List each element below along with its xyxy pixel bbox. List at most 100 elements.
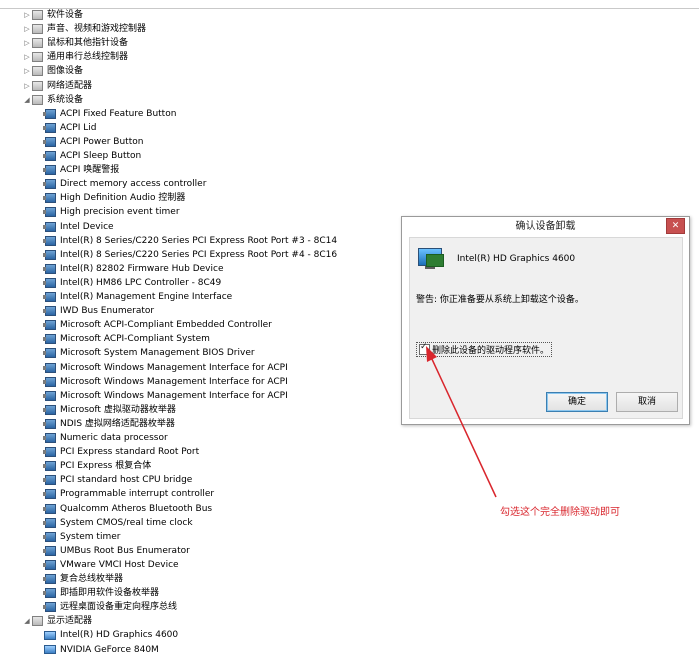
tree-device[interactable]: UMBus Root Bus Enumerator <box>43 544 190 558</box>
tree-item-label: Intel(R) Management Engine Interface <box>60 292 233 302</box>
tree-device[interactable]: Microsoft ACPI-Compliant Embedded Contro… <box>43 318 272 332</box>
system-device-icon <box>43 292 56 302</box>
close-button[interactable]: ✕ <box>666 218 685 234</box>
tree-device[interactable]: High Definition Audio 控制器 <box>43 191 185 205</box>
tree-item-label: NDIS 虚拟网络适配器枚举器 <box>60 418 175 429</box>
tree-item-label: PCI standard host CPU bridge <box>60 475 193 486</box>
tree-device[interactable]: NDIS 虚拟网络适配器枚举器 <box>43 417 175 431</box>
system-device-icon <box>43 235 56 246</box>
tree-device[interactable]: Intel(R) 8 Series/C220 Series PCI Expres… <box>43 248 338 262</box>
tree-device[interactable]: VMware VMCI Host Device <box>43 558 179 572</box>
tree-device[interactable]: ACPI Fixed Feature Button <box>43 107 176 121</box>
system-device-icon <box>43 461 56 472</box>
tree-category[interactable]: ◢ 系统设备 <box>22 93 83 107</box>
tree-item-label: Programmable interrupt controller <box>60 489 215 500</box>
tree-item-label: Qualcomm Atheros Bluetooth Bus <box>60 503 213 514</box>
dialog-title: 确认设备卸载 <box>515 221 576 232</box>
tree-device[interactable]: Intel(R) 82802 Firmware Hub Device <box>43 262 224 276</box>
tree-category[interactable]: ▷ 图像设备 <box>22 64 83 78</box>
device-category-icon <box>32 80 43 91</box>
tree-device[interactable]: Intel(R) Management Engine Interface <box>43 290 233 304</box>
collapsed-arrow-icon[interactable]: ▷ <box>22 39 32 47</box>
tree-device[interactable]: Qualcomm Atheros Bluetooth Bus <box>43 502 213 516</box>
tree-item-label: Intel Device <box>60 221 114 232</box>
tree-device[interactable]: System CMOS/real time clock <box>43 516 193 530</box>
display-adapter-icon <box>44 630 56 640</box>
tree-device[interactable]: Microsoft Windows Management Interface f… <box>43 375 288 389</box>
tree-item-label: Intel(R) 8 Series/C220 Series PCI Expres… <box>60 249 338 260</box>
cancel-button[interactable]: 取消 <box>616 392 678 412</box>
tree-item-label: 鼠标和其他指针设备 <box>47 38 129 49</box>
delete-driver-option[interactable]: 删除此设备的驱动程序软件。 <box>416 342 553 357</box>
device-category-icon <box>32 66 43 77</box>
tree-device[interactable]: IWD Bus Enumerator <box>43 304 154 318</box>
tree-category[interactable]: ▷ 鼠标和其他指针设备 <box>22 36 128 50</box>
tree-device[interactable]: Intel(R) HD Graphics 4600 <box>44 628 178 642</box>
tree-category[interactable]: ◢ 显示适配器 <box>22 614 92 628</box>
tree-device[interactable]: Microsoft Windows Management Interface f… <box>43 361 288 375</box>
tree-category[interactable]: ▷ 声音、视频和游戏控制器 <box>22 22 146 36</box>
collapsed-arrow-icon[interactable]: ▷ <box>22 11 32 19</box>
tree-item-label: Microsoft Windows Management Interface f… <box>60 362 288 373</box>
tree-device[interactable]: Microsoft System Management BIOS Driver <box>43 346 255 360</box>
tree-device[interactable]: ACPI Power Button <box>43 135 143 149</box>
tree-item-label: 系统设备 <box>47 94 84 105</box>
tree-device[interactable]: ACPI 唤醒警报 <box>43 163 119 177</box>
tree-item-label: Microsoft System Management BIOS Driver <box>60 348 255 359</box>
collapsed-arrow-icon[interactable]: ▷ <box>22 25 32 33</box>
tree-item-label: 显示适配器 <box>47 616 93 627</box>
device-category-icon <box>32 94 43 105</box>
system-device-icon <box>43 334 56 345</box>
tree-device[interactable]: Intel(R) HM86 LPC Controller - 8C49 <box>43 276 221 290</box>
tree-device[interactable]: Direct memory access controller <box>43 177 206 191</box>
tree-category[interactable]: ▷ 网络适配器 <box>22 79 92 93</box>
delete-driver-checkbox[interactable] <box>419 342 430 355</box>
tree-item-label: 即插即用软件设备枚举器 <box>60 588 160 599</box>
collapsed-arrow-icon[interactable]: ▷ <box>22 53 32 61</box>
tree-device[interactable]: Microsoft 虚拟驱动器枚举器 <box>43 403 176 417</box>
system-device-icon <box>43 151 56 161</box>
tree-device[interactable]: Microsoft Windows Management Interface f… <box>43 389 288 403</box>
system-device-icon <box>43 348 56 359</box>
system-device-icon <box>43 221 56 232</box>
system-device-icon <box>43 193 56 204</box>
tree-category[interactable]: ▷ 通用串行总线控制器 <box>22 50 128 64</box>
tree-device[interactable]: PCI Express standard Root Port <box>43 445 199 459</box>
tree-device[interactable]: Programmable interrupt controller <box>43 487 215 501</box>
tree-device[interactable]: System timer <box>43 530 120 544</box>
system-device-icon <box>43 179 56 190</box>
tree-device[interactable]: 即插即用软件设备枚举器 <box>43 586 160 600</box>
tree-category[interactable]: ▷ 软件设备 <box>22 8 83 22</box>
system-device-icon <box>43 475 56 486</box>
system-device-icon <box>43 404 56 415</box>
confirm-uninstall-dialog: 确认设备卸载 ✕ Intel(R) HD Graphics 4600 警告: 你… <box>401 216 690 425</box>
system-device-icon <box>43 418 56 429</box>
tree-device[interactable]: ACPI Sleep Button <box>43 149 141 163</box>
tree-item-label: 图像设备 <box>47 66 84 77</box>
tree-device[interactable]: 复合总线枚举器 <box>43 572 123 586</box>
tree-item-label: Microsoft Windows Management Interface f… <box>60 376 288 387</box>
tree-device[interactable]: 远程桌面设备重定向程序总线 <box>43 600 177 614</box>
tree-device[interactable]: PCI Express 根复合体 <box>43 459 151 473</box>
tree-device[interactable]: Intel(R) 8 Series/C220 Series PCI Expres… <box>43 234 337 248</box>
ok-button[interactable]: 确定 <box>546 392 608 412</box>
system-device-icon <box>43 136 56 147</box>
tree-device[interactable]: Intel Device <box>43 220 114 234</box>
tree-device[interactable]: High precision event timer <box>43 205 180 219</box>
expanded-arrow-icon[interactable]: ◢ <box>22 96 32 104</box>
system-device-icon <box>43 602 56 613</box>
tree-item-label: High precision event timer <box>60 207 180 218</box>
system-device-icon <box>43 320 56 331</box>
system-device-icon <box>43 545 56 556</box>
collapsed-arrow-icon[interactable]: ▷ <box>22 82 32 90</box>
tree-item-label: Intel(R) HD Graphics 4600 <box>60 630 179 641</box>
tree-device[interactable]: PCI standard host CPU bridge <box>43 473 193 487</box>
system-device-icon <box>43 531 56 542</box>
delete-driver-checkbox-label[interactable]: 删除此设备的驱动程序软件。 <box>432 343 549 356</box>
tree-device[interactable]: Numeric data processor <box>43 431 168 445</box>
tree-device[interactable]: Microsoft ACPI-Compliant System <box>43 332 210 346</box>
collapsed-arrow-icon[interactable]: ▷ <box>22 67 32 75</box>
tree-device[interactable]: ACPI Lid <box>43 121 96 135</box>
expanded-arrow-icon[interactable]: ◢ <box>22 617 32 625</box>
system-device-icon <box>43 108 56 119</box>
